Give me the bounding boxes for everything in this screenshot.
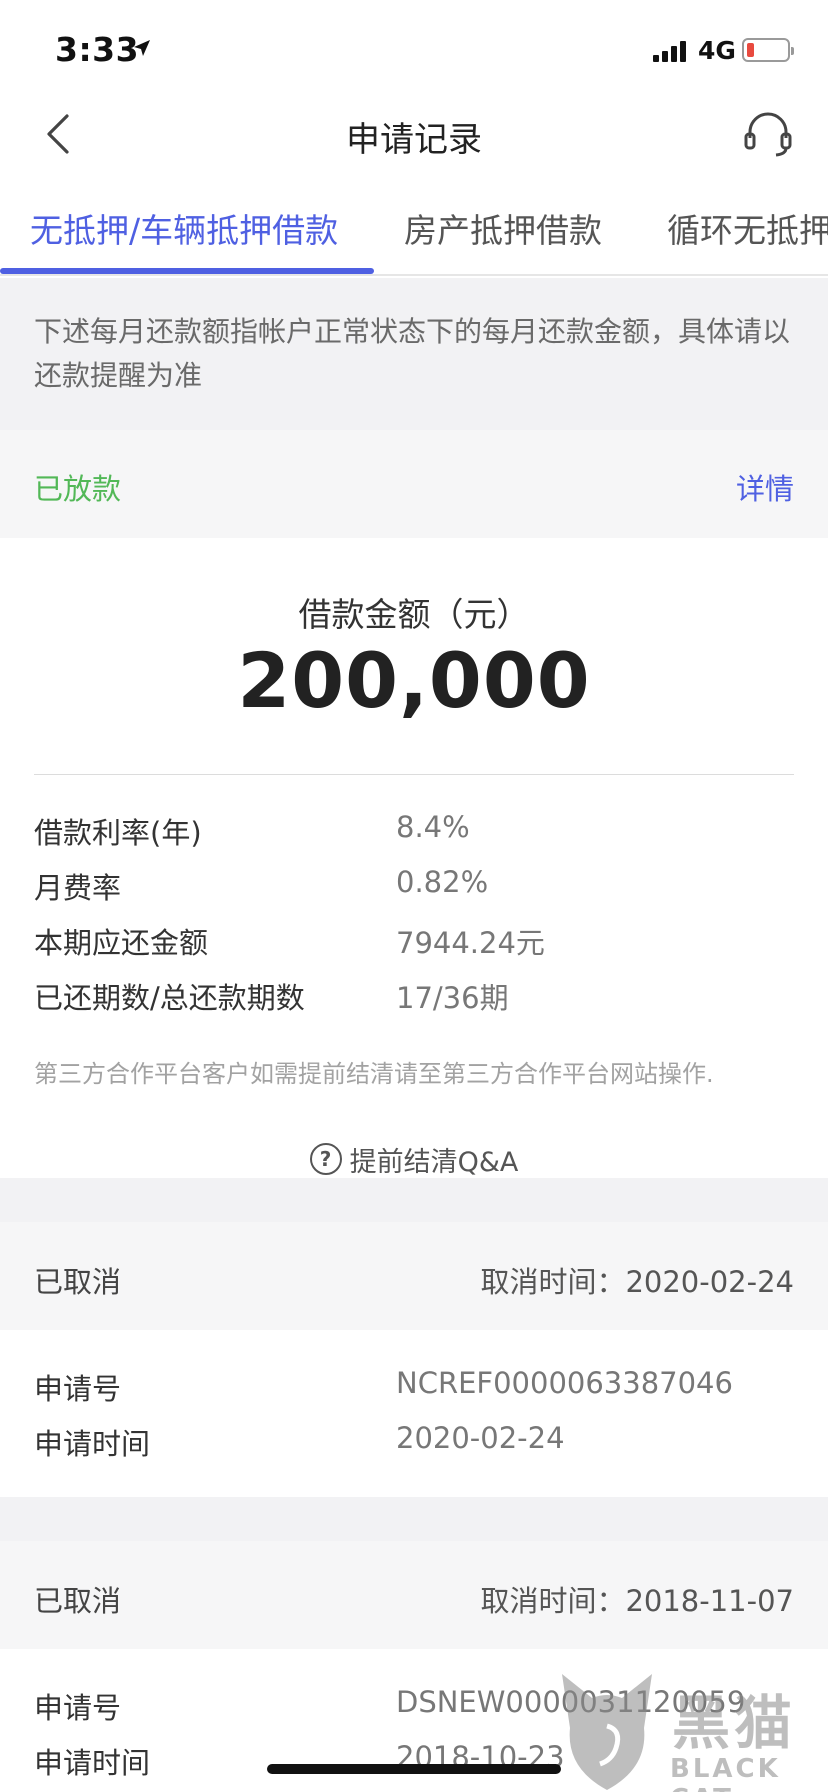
- divider: [34, 774, 794, 775]
- info-value: 7944.24元: [396, 926, 545, 960]
- loan-card-header: 已放款 详情: [0, 430, 828, 538]
- info-row-installments: 已还期数/总还款期数 17/36期: [34, 969, 804, 1019]
- footnote: 第三方合作平台客户如需提前结清请至第三方合作平台网站操作.: [34, 1060, 714, 1088]
- loan-amount-value: 200,000: [237, 636, 591, 725]
- record-header: 已取消 取消时间：2020-02-24: [0, 1222, 828, 1330]
- watermark-logo: 黑猫 BLACK CAT: [552, 1668, 828, 1792]
- section-gap: [0, 1497, 828, 1541]
- info-row-monthly-fee: 月费率 0.82%: [34, 859, 804, 909]
- record-header: 已取消 取消时间：2018-11-07: [0, 1541, 828, 1649]
- info-label: 申请时间: [34, 1746, 151, 1780]
- cancel-time: 取消时间：2018-11-07: [480, 1584, 794, 1618]
- signal-icon: [653, 40, 689, 62]
- page-title: 申请记录: [346, 120, 482, 160]
- watermark-text: 黑猫: [672, 1689, 797, 1757]
- info-label: 申请号: [34, 1691, 122, 1725]
- customer-service-button[interactable]: [738, 104, 798, 164]
- section-gap: [0, 1178, 828, 1222]
- tab-revolving-unsecured[interactable]: 循环无抵押借款: [667, 204, 828, 252]
- cat-logo-icon: [562, 1674, 652, 1790]
- location-arrow-icon: [134, 40, 150, 56]
- status-badge: 已取消: [34, 1265, 122, 1299]
- info-value: 17/36期: [396, 981, 509, 1015]
- info-row-current-due: 本期应还金额 7944.24元: [34, 914, 804, 964]
- watermark-sub: BLACK CAT: [670, 1754, 781, 1792]
- detail-link[interactable]: 详情: [736, 466, 794, 508]
- status-bar: 3:33 4G: [0, 0, 828, 92]
- active-tab-indicator: [0, 268, 374, 274]
- nav-bar: 申请记录: [0, 92, 828, 176]
- info-value: 8.4%: [396, 810, 470, 844]
- home-indicator: [267, 1764, 561, 1774]
- status-badge: 已放款: [34, 472, 122, 506]
- info-label: 借款利率(年): [34, 816, 202, 850]
- info-label: 申请号: [34, 1372, 122, 1406]
- info-label: 月费率: [34, 871, 122, 905]
- info-value: 0.82%: [396, 865, 489, 899]
- info-value: NCREF0000063387046: [396, 1366, 733, 1400]
- cancel-time: 取消时间：2020-02-24: [480, 1265, 794, 1299]
- tab-unsecured-vehicle[interactable]: 无抵押/车辆抵押借款: [30, 204, 338, 252]
- tab-property-mortgage[interactable]: 房产抵押借款: [404, 204, 602, 252]
- info-row-application-no: 申请号 NCREF0000063387046: [34, 1360, 804, 1410]
- info-row-application-time: 申请时间 2020-02-24: [34, 1415, 804, 1465]
- info-label: 本期应还金额: [34, 926, 209, 960]
- qa-label: 提前结清Q&A: [349, 1146, 519, 1178]
- headset-icon: [744, 112, 792, 157]
- repayment-notice: 下述每月还款额指帐户正常状态下的每月还款金额，具体请以还款提醒为准: [0, 278, 828, 430]
- info-label: 已还期数/总还款期数: [34, 981, 305, 1015]
- question-circle-icon: ?: [309, 1143, 342, 1175]
- loan-amount-label: 借款金额（元）: [298, 595, 530, 634]
- early-settlement-qa-link[interactable]: ? 提前结清Q&A: [0, 1134, 828, 1184]
- info-value: 2020-02-24: [396, 1421, 565, 1455]
- info-label: 申请时间: [34, 1427, 151, 1461]
- status-badge: 已取消: [34, 1584, 122, 1618]
- status-time: 3:33: [55, 30, 140, 69]
- info-row-interest-rate: 借款利率(年) 8.4%: [34, 804, 804, 854]
- battery-icon: [742, 38, 794, 62]
- network-type: 4G: [698, 36, 736, 65]
- loan-type-tabs: 无抵押/车辆抵押借款 房产抵押借款 循环无抵押借款: [0, 176, 828, 276]
